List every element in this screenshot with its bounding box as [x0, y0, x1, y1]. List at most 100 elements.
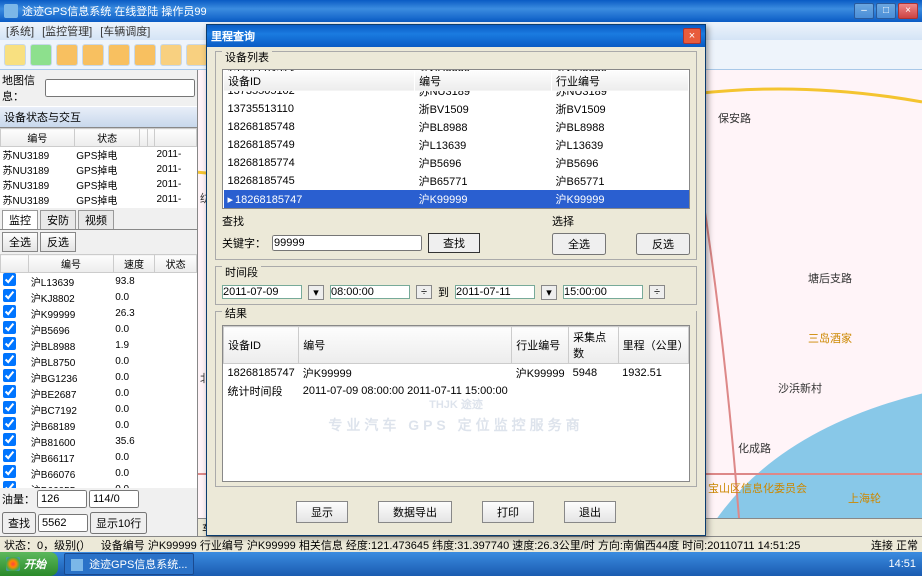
row-checkbox[interactable] — [3, 337, 16, 350]
oil-input-2[interactable] — [89, 490, 139, 508]
show-button[interactable]: 显示 — [296, 501, 348, 523]
row-checkbox[interactable] — [3, 305, 16, 318]
table-row[interactable]: 沪B660550.0 — [1, 481, 197, 488]
result-legend: 结果 — [222, 305, 696, 321]
print-button[interactable]: 打印 — [482, 501, 534, 523]
map-label-3: 塘后支路 — [808, 270, 852, 286]
table-row[interactable]: 沪L1363993.8 — [1, 273, 197, 290]
date-to-dd[interactable]: ▾ — [541, 285, 557, 300]
row-checkbox[interactable] — [3, 289, 16, 302]
tab-monitor[interactable]: 监控 — [2, 210, 38, 229]
select-all-button[interactable]: 全选 — [2, 232, 38, 252]
map-label-4: 三岛酒家 — [808, 330, 852, 346]
time-from-spin[interactable]: ÷ — [416, 285, 432, 299]
table-row[interactable]: 沪B56960.0 — [1, 321, 197, 337]
time-to-input[interactable] — [563, 285, 643, 299]
dialog-select-inverse[interactable]: 反选 — [636, 233, 690, 255]
map-info-input[interactable] — [45, 79, 195, 97]
tool-4[interactable] — [82, 44, 104, 66]
tool-3[interactable] — [56, 44, 78, 66]
tool-6[interactable] — [134, 44, 156, 66]
row-checkbox[interactable] — [3, 353, 16, 366]
table-row[interactable]: 苏NU3189GPS掉电2011- — [1, 147, 197, 163]
table-row[interactable]: 沪BE26870.0 — [1, 385, 197, 401]
table-row[interactable]: 18268185747沪K99999沪K9999959481932.51 — [224, 364, 689, 383]
dialog-titlebar[interactable]: 里程查询 × — [207, 25, 705, 47]
map-label-9: 宝山区信息化委员会 — [708, 480, 807, 496]
table-row[interactable]: 沪BG12360.0 — [1, 369, 197, 385]
row-checkbox[interactable] — [3, 433, 16, 446]
status-table: 编号状态 苏NU3189GPS掉电2011-苏NU3189GPS掉电2011-苏… — [0, 128, 197, 207]
tab-security[interactable]: 安防 — [40, 210, 76, 229]
tab-video[interactable]: 视频 — [78, 210, 114, 229]
table-row[interactable]: 沪K9999926.3 — [1, 305, 197, 321]
clock: 14:51 — [888, 558, 916, 570]
time-from-input[interactable] — [330, 285, 410, 299]
status-2: 设备编号 沪K99999 行业编号 沪K99999 相关信息 经度:121.47… — [101, 537, 861, 553]
tool-8[interactable] — [186, 44, 208, 66]
row-checkbox[interactable] — [3, 369, 16, 382]
table-row[interactable]: 苏NU3189GPS掉电2011- — [1, 162, 197, 177]
start-button[interactable]: 开始 — [0, 552, 58, 576]
row-checkbox[interactable] — [3, 321, 16, 334]
table-row[interactable]: 沪B661170.0 — [1, 449, 197, 465]
taskbar: 开始 途迹GPS信息系统... 14:51 — [0, 552, 922, 576]
table-row[interactable]: 沪B660760.0 — [1, 465, 197, 481]
table-row[interactable]: 18268185774沪B5696沪B5696 — [224, 154, 689, 172]
export-button[interactable]: 数据导出 — [378, 501, 452, 523]
tool-2[interactable] — [30, 44, 52, 66]
statusbar: 状态：0，级别(） 设备编号 沪K99999 行业编号 沪K99999 相关信息… — [0, 536, 922, 552]
date-from-input[interactable] — [222, 285, 302, 299]
table-row[interactable]: 苏NU3189GPS掉电2011- — [1, 192, 197, 207]
table-row[interactable]: 沪KJ88020.0 — [1, 289, 197, 305]
dialog-search-button[interactable]: 查找 — [428, 233, 480, 253]
tool-7[interactable] — [160, 44, 182, 66]
row-checkbox[interactable] — [3, 273, 16, 286]
row-checkbox[interactable] — [3, 449, 16, 462]
tool-5[interactable] — [108, 44, 130, 66]
row-checkbox[interactable] — [3, 401, 16, 414]
close-button[interactable]: × — [898, 3, 918, 19]
left-search-button[interactable]: 查找 — [2, 512, 36, 534]
menu-monitor[interactable]: [监控管理] — [42, 23, 92, 39]
map-label-6: 化成路 — [738, 440, 771, 456]
tool-1[interactable] — [4, 44, 26, 66]
table-row[interactable]: 18268185748沪BL8988沪BL8988 — [224, 118, 689, 136]
date-from-dd[interactable]: ▾ — [308, 285, 324, 300]
table-row[interactable]: 18268185749沪L13639沪L13639 — [224, 136, 689, 154]
dialog-close-button[interactable]: × — [683, 28, 701, 44]
row-checkbox[interactable] — [3, 481, 16, 488]
row-checkbox[interactable] — [3, 417, 16, 430]
table-row[interactable]: 18268185745沪B65771沪B65771 — [224, 172, 689, 190]
result-table[interactable]: 设备ID编号行业编号采集点数里程（公里）18268185747沪K99999沪K… — [222, 325, 690, 482]
table-row[interactable]: 沪BL87500.0 — [1, 353, 197, 369]
oil-input-1[interactable] — [37, 490, 87, 508]
row-checkbox[interactable] — [3, 385, 16, 398]
select-inverse-button[interactable]: 反选 — [40, 232, 76, 252]
app-titlebar: 途迹GPS信息系统 在线登陆 操作员99 – □ × — [0, 0, 922, 22]
device-list-table[interactable]: 设备ID编号行业编号13588422973沪AT8876沪AT887613826… — [222, 69, 690, 209]
table-row[interactable]: 沪BC71920.0 — [1, 401, 197, 417]
table-row[interactable]: 沪B8160035.6 — [1, 433, 197, 449]
time-to-spin[interactable]: ÷ — [649, 285, 665, 299]
dialog-select-all[interactable]: 全选 — [552, 233, 606, 255]
show-10-button[interactable]: 显示10行 — [90, 512, 147, 534]
table-row[interactable]: 苏NU3189GPS掉电2011- — [1, 177, 197, 192]
menu-system[interactable]: [系统] — [6, 23, 34, 39]
vehicle-table: 编号速度状态 沪L1363993.8沪KJ88020.0沪K9999926.3沪… — [0, 254, 197, 488]
left-search-input[interactable] — [38, 514, 88, 532]
minimize-button[interactable]: – — [854, 3, 874, 19]
table-row[interactable]: 统计时间段2011-07-09 08:00:00 2011-07-11 15:0… — [224, 382, 689, 400]
device-status-header: 设备状态与交互 — [0, 106, 197, 128]
taskbar-item-1[interactable]: 途迹GPS信息系统... — [64, 553, 194, 575]
table-row[interactable]: 13735513110浙BV1509浙BV1509 — [224, 100, 689, 118]
table-row[interactable]: 沪BL89881.9 — [1, 337, 197, 353]
maximize-button[interactable]: □ — [876, 3, 896, 19]
keyword-input[interactable] — [272, 235, 422, 251]
table-row[interactable]: 18268185747沪K99999沪K99999 — [224, 190, 689, 208]
exit-button[interactable]: 退出 — [564, 501, 616, 523]
table-row[interactable]: 沪B681890.0 — [1, 417, 197, 433]
menu-dispatch[interactable]: [车辆调度] — [100, 23, 150, 39]
date-to-input[interactable] — [455, 285, 535, 299]
row-checkbox[interactable] — [3, 465, 16, 478]
